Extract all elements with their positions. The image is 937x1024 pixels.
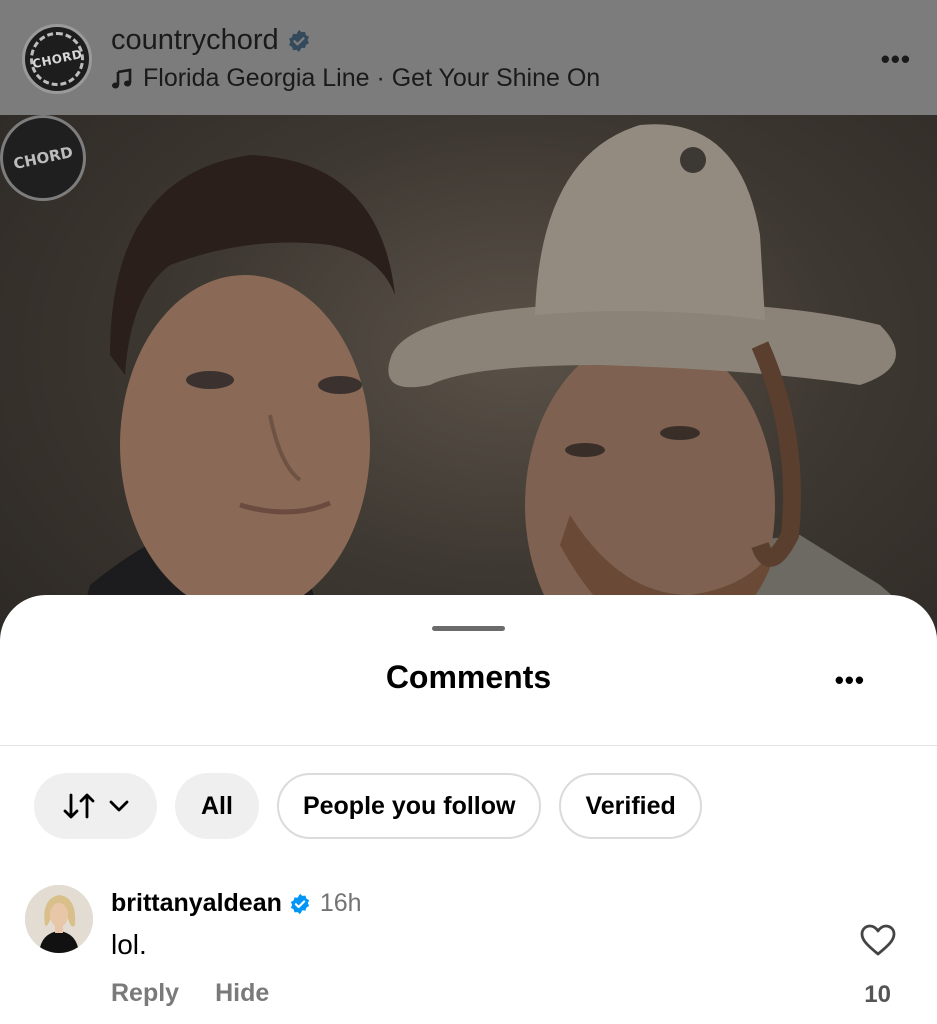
post-music-text: Florida Georgia Line · Get Your Shine On <box>143 64 601 92</box>
account-avatar[interactable]: CHORD <box>22 24 92 94</box>
post-more-button[interactable]: ••• <box>881 44 911 75</box>
comment-text: lol. <box>111 929 147 960</box>
filter-all-chip[interactable]: All <box>175 773 259 839</box>
comments-title: Comments <box>385 659 552 695</box>
sort-arrows-icon <box>63 793 94 819</box>
verified-badge-icon <box>288 29 309 52</box>
comments-sheet: Comments ••• All People you follow Verif… <box>0 595 937 1024</box>
commenter-avatar[interactable] <box>25 885 93 953</box>
post-header: CHORD countrychord Florida Georgia Line … <box>0 0 937 115</box>
music-note-icon <box>112 67 132 88</box>
commenter-username[interactable]: brittanyaldean 16h <box>111 889 362 918</box>
filter-verified-chip[interactable]: Verified <box>559 773 702 839</box>
comment-actions: Reply Hide <box>111 979 269 1008</box>
like-count: 10 <box>864 981 891 1008</box>
avatar-logo-text: CHORD <box>30 46 84 72</box>
comment-filters: All People you follow Verified <box>34 773 702 839</box>
filter-people-you-follow-chip[interactable]: People you follow <box>276 773 542 839</box>
sheet-grabber-handle[interactable] <box>432 626 505 631</box>
hide-button[interactable]: Hide <box>215 979 269 1008</box>
verified-badge-icon <box>290 893 309 914</box>
chevron-down-icon <box>109 800 128 812</box>
commenter-username-text: brittanyaldean <box>111 889 282 917</box>
watermark-text: CHORD <box>11 142 75 174</box>
commenter-avatar-image <box>25 885 93 953</box>
bottle-cap-icon: CHORD <box>30 32 84 86</box>
reply-button[interactable]: Reply <box>111 979 179 1008</box>
comment-item: brittanyaldean 16h lol. Reply Hide 10 <box>0 885 937 1024</box>
sort-button[interactable] <box>34 773 157 839</box>
comment-timestamp: 16h <box>319 889 362 917</box>
sheet-divider <box>0 745 937 746</box>
comments-more-button[interactable]: ••• <box>835 665 865 696</box>
post-username-text: countrychord <box>111 24 279 56</box>
post-music[interactable]: Florida Georgia Line · Get Your Shine On <box>111 64 600 93</box>
heart-icon[interactable] <box>859 923 897 957</box>
chord-watermark-icon: CHORD <box>0 115 86 201</box>
post-username[interactable]: countrychord <box>111 24 311 57</box>
